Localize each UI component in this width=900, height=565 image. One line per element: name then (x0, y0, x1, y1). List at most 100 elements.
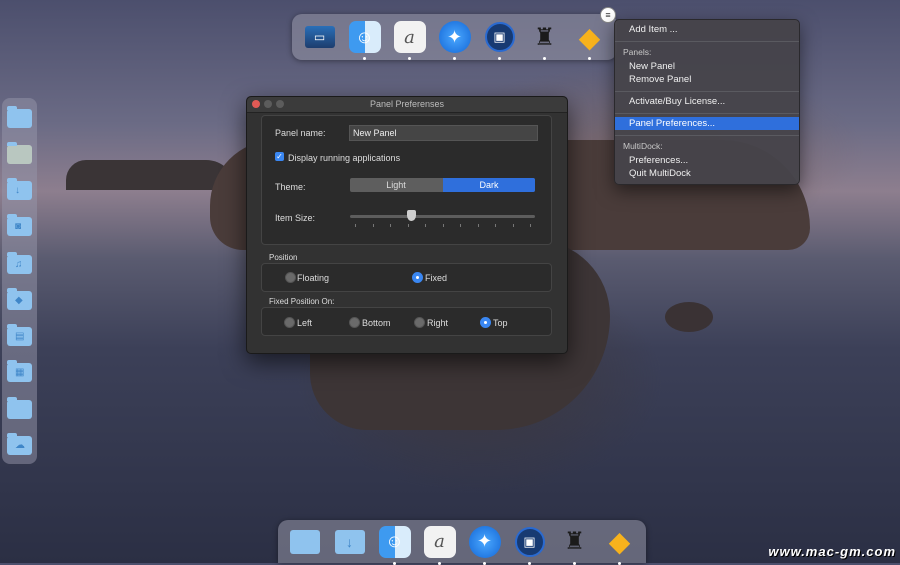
running-indicator (527, 561, 531, 565)
context-menu: Add Item ... Panels: New Panel Remove Pa… (614, 19, 800, 185)
running-indicator (587, 57, 591, 60)
slider-tick (530, 224, 531, 227)
script-editor-icon[interactable]: a (420, 522, 460, 565)
radio-right[interactable] (414, 317, 425, 328)
display-running-checkbox[interactable]: ✓ (275, 152, 284, 161)
slider-tick (425, 224, 426, 227)
title-bar[interactable]: Panel Preferenses (247, 97, 567, 113)
radio-top-label: Top (493, 318, 508, 328)
camera-folder-icon[interactable]: ◙ (7, 214, 32, 236)
running-indicator (407, 57, 411, 60)
menu-separator (615, 113, 799, 114)
menu-separator (615, 41, 799, 42)
window-title: Panel Preferenses (369, 99, 445, 109)
item-size-slider[interactable] (350, 215, 535, 218)
radio-floating-label: Floating (297, 273, 330, 283)
island-silhouette (66, 160, 236, 190)
minimize-button[interactable] (264, 100, 272, 108)
menu-item-panel-preferences[interactable]: Panel Preferences... (629, 118, 715, 129)
panel-preferences-window: Panel Preferenses Panel name: New Panel … (246, 96, 568, 354)
zoom-button[interactable] (276, 100, 284, 108)
radio-fixed[interactable] (412, 272, 423, 283)
bottom-dock: ↓ ☺ a ✦ ▣ ♜ ◆ (278, 520, 646, 565)
script-editor-icon[interactable]: a (390, 17, 430, 60)
slider-tick (407, 224, 409, 227)
downloads-folder-icon[interactable]: ↓ (7, 178, 32, 200)
close-button[interactable] (252, 100, 260, 108)
display-running-label: Display running applications (288, 153, 401, 163)
position-header: Position (269, 253, 298, 262)
panel-name-field[interactable]: New Panel (349, 125, 538, 141)
preview-icon[interactable]: ▣ (510, 522, 550, 565)
slider-tick (477, 224, 479, 227)
radio-bottom-label: Bottom (362, 318, 391, 328)
theme-dark-option[interactable]: Dark (443, 178, 535, 192)
slider-tick (512, 224, 514, 227)
menu-item-preferences[interactable]: Preferences... (629, 155, 688, 166)
slider-thumb[interactable] (407, 210, 417, 221)
side-dock: ↓ ◙ ♫ ◆ ▤ ▦ ☁ (2, 98, 37, 464)
radio-top[interactable] (480, 317, 491, 328)
top-dock: ▭ ☺ a ✦ ▣ ♜ ◆ (292, 14, 617, 60)
folder-icon[interactable] (7, 106, 32, 128)
music-folder-icon[interactable]: ♫ (7, 252, 32, 274)
watermark: www.mac-gm.com (768, 544, 896, 559)
apps-folder-icon[interactable]: ◆ (7, 288, 32, 310)
item-size-label: Item Size: (275, 213, 316, 223)
radio-fixed-label: Fixed (425, 273, 448, 283)
folder-icon[interactable] (7, 397, 32, 419)
sketch-icon[interactable]: ◆ (570, 17, 610, 60)
sketch-icon[interactable]: ◆ (600, 522, 640, 565)
slider-tick (460, 224, 461, 227)
downloads-folder-icon[interactable]: ↓ (330, 522, 370, 562)
documents-folder-icon[interactable]: ▤ (7, 324, 32, 346)
theme-light-option[interactable]: Light (350, 178, 442, 192)
safari-icon[interactable]: ✦ (465, 522, 505, 565)
running-indicator (437, 561, 441, 565)
radio-bottom[interactable] (349, 317, 360, 328)
folder-icon[interactable] (285, 522, 325, 562)
radio-left[interactable] (284, 317, 295, 328)
slider-tick (390, 224, 391, 227)
island-silhouette (665, 302, 713, 332)
running-indicator (572, 561, 576, 565)
fixed-position-header: Fixed Position On: (269, 297, 335, 306)
menu-header-panels: Panels: (623, 47, 652, 57)
running-indicator (542, 57, 546, 60)
running-indicator (452, 57, 456, 60)
menu-header-multidock: MultiDock: (623, 141, 663, 151)
running-indicator (482, 561, 486, 565)
safari-icon[interactable]: ✦ (435, 17, 475, 60)
menu-item-remove-panel[interactable]: Remove Panel (629, 74, 691, 85)
menu-item-activate[interactable]: Activate/Buy License... (629, 96, 725, 107)
running-indicator (392, 561, 396, 565)
menu-item-quit[interactable]: Quit MultiDock (629, 168, 691, 179)
theme-segmented-control: Light Dark (350, 178, 535, 192)
menu-separator (615, 135, 799, 136)
running-indicator (617, 561, 621, 565)
cloud-folder-icon[interactable]: ☁ (7, 433, 32, 455)
slider-tick (495, 224, 496, 227)
alfred-icon[interactable]: ♜ (525, 17, 565, 60)
finder-icon[interactable]: ☺ (375, 522, 415, 565)
slider-tick (372, 224, 374, 227)
radio-floating[interactable] (285, 272, 296, 283)
slider-tick (355, 224, 356, 227)
running-indicator (497, 57, 501, 60)
finder-icon[interactable]: ☺ (345, 17, 385, 60)
alfred-icon[interactable]: ♜ (555, 522, 595, 565)
menu-separator (615, 91, 799, 92)
photos-folder-icon[interactable] (7, 142, 32, 164)
menu-item-new-panel[interactable]: New Panel (629, 61, 675, 72)
files-folder-icon[interactable]: ▦ (7, 360, 32, 382)
panel-name-label: Panel name: (275, 128, 326, 138)
hamburger-menu-icon[interactable]: ≡ (600, 7, 616, 23)
slider-tick (442, 224, 444, 227)
menu-item-add-item[interactable]: Add Item ... (629, 24, 678, 35)
preview-icon[interactable]: ▣ (480, 17, 520, 60)
radio-right-label: Right (427, 318, 449, 328)
system-preferences-icon[interactable]: ▭ (300, 17, 340, 57)
running-indicator (362, 57, 366, 60)
radio-left-label: Left (297, 318, 313, 328)
theme-label: Theme: (275, 182, 306, 192)
